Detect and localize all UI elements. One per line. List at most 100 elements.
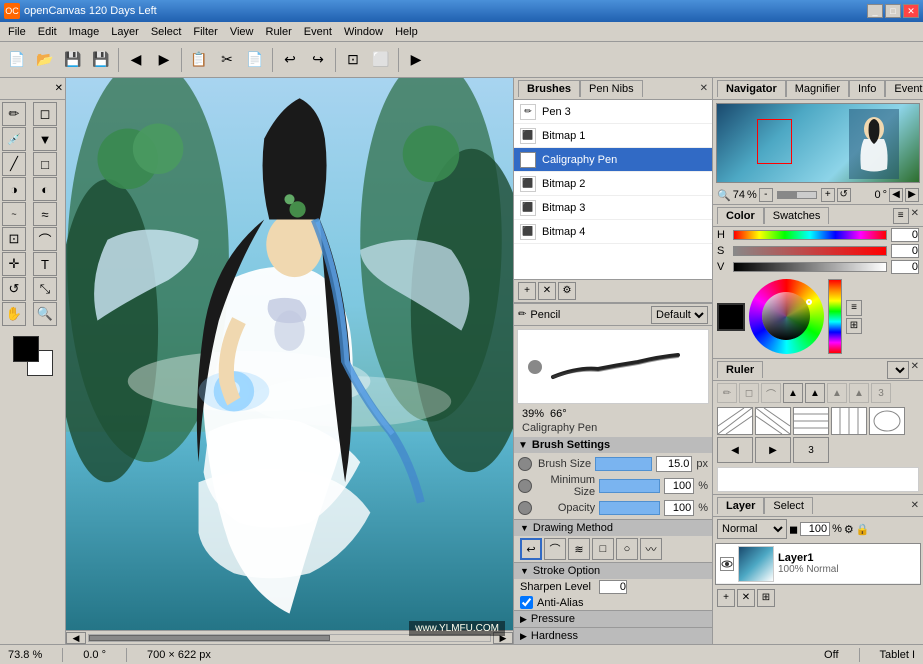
tools-close[interactable]: ✕ bbox=[55, 83, 63, 94]
menu-file[interactable]: File bbox=[2, 24, 32, 40]
layer-close[interactable]: ✕ bbox=[911, 500, 919, 511]
color-menu-btn[interactable]: ≡ bbox=[893, 208, 909, 224]
ruler-tool-2[interactable]: ◻ bbox=[739, 383, 759, 403]
eyedropper-tool[interactable]: 💉 bbox=[2, 127, 26, 151]
dm-btn-3[interactable]: □ bbox=[592, 538, 614, 560]
copy-button[interactable]: 📋 bbox=[186, 47, 212, 73]
pencil-tool[interactable]: ✏ bbox=[2, 102, 26, 126]
ruler-tool-7[interactable]: ▲ bbox=[849, 383, 869, 403]
sharpen-input[interactable] bbox=[599, 580, 627, 594]
menu-select[interactable]: Select bbox=[145, 24, 188, 40]
open-button[interactable]: 📂 bbox=[32, 47, 58, 73]
tab-select[interactable]: Select bbox=[764, 497, 813, 514]
tab-pen-nibs[interactable]: Pen Nibs bbox=[580, 80, 643, 97]
smudge-tool[interactable]: ~ bbox=[2, 202, 26, 226]
line-tool[interactable]: ╱ bbox=[2, 152, 26, 176]
menu-edit[interactable]: Edit bbox=[32, 24, 63, 40]
h-value[interactable] bbox=[891, 228, 919, 242]
ruler-dropdown[interactable] bbox=[887, 361, 909, 379]
ruler-pattern-5[interactable] bbox=[869, 407, 905, 435]
rotate-tool[interactable]: ↺ bbox=[2, 277, 26, 301]
canvas-area[interactable]: www.YLMFU.COM ◀ ▶ bbox=[66, 78, 513, 644]
s-value[interactable] bbox=[891, 244, 919, 258]
ruler-arrow-1[interactable]: ◀ bbox=[717, 437, 753, 463]
pencil-dropdown[interactable]: Default bbox=[651, 306, 708, 324]
ruler-number-1[interactable]: 3 bbox=[793, 437, 829, 463]
ruler-pattern-2[interactable] bbox=[755, 407, 791, 435]
save-as-button[interactable]: 💾 bbox=[88, 47, 114, 73]
paste-button[interactable]: 📄 bbox=[242, 47, 268, 73]
h-slider[interactable] bbox=[733, 230, 887, 240]
extra-button[interactable]: ▶ bbox=[403, 47, 429, 73]
pencil-tab[interactable]: Pencil bbox=[530, 309, 560, 321]
zoom-out-btn[interactable]: - bbox=[759, 188, 773, 202]
brush-settings-header[interactable]: ▼ Brush Settings bbox=[514, 437, 712, 453]
tab-magnifier[interactable]: Magnifier bbox=[786, 80, 849, 97]
menu-image[interactable]: Image bbox=[63, 24, 106, 40]
dodge-tool[interactable]: ◑ bbox=[2, 177, 26, 201]
color-extra-btn-2[interactable]: ⊞ bbox=[846, 318, 862, 334]
brush-item-caligraphy[interactable]: ✏ Caligraphy Pen bbox=[514, 148, 712, 172]
text-tool[interactable]: T bbox=[33, 252, 57, 276]
ruler-tool-1[interactable]: ✏ bbox=[717, 383, 737, 403]
eraser-tool[interactable]: ◻ bbox=[33, 102, 57, 126]
prev-button[interactable]: ◀ bbox=[123, 47, 149, 73]
brush-item-bitmap1[interactable]: ⬛ Bitmap 1 bbox=[514, 124, 712, 148]
brush-item-bitmap4[interactable]: ⬛ Bitmap 4 bbox=[514, 220, 712, 244]
ruler-tool-5[interactable]: ▲ bbox=[805, 383, 825, 403]
v-slider[interactable] bbox=[733, 262, 887, 272]
tab-navigator[interactable]: Navigator bbox=[717, 80, 786, 97]
opacity-input[interactable] bbox=[664, 500, 694, 516]
layer-visibility-icon[interactable] bbox=[720, 557, 734, 571]
ruler-arrow-2[interactable]: ▶ bbox=[755, 437, 791, 463]
zoom-reset-btn[interactable]: ↺ bbox=[837, 188, 851, 202]
layer-opacity-input[interactable] bbox=[800, 522, 830, 536]
layer-item-0[interactable]: Layer1 100% Normal bbox=[716, 544, 920, 584]
layer-merge-btn[interactable]: ⊞ bbox=[757, 589, 775, 607]
h-scroll-thumb[interactable] bbox=[89, 635, 330, 641]
dm-btn-5[interactable]: 〰 bbox=[640, 538, 662, 560]
v-value[interactable] bbox=[891, 260, 919, 274]
save-button[interactable]: 💾 bbox=[60, 47, 86, 73]
color-extra-btn-1[interactable]: ≡ bbox=[846, 300, 862, 316]
layer-blend-select[interactable]: Normal bbox=[717, 519, 787, 539]
pressure-header[interactable]: ▶ Pressure bbox=[514, 610, 712, 627]
blur-tool[interactable]: ≈ bbox=[33, 202, 57, 226]
menu-ruler[interactable]: Ruler bbox=[260, 24, 298, 40]
rotation-left-btn[interactable]: ◀ bbox=[889, 188, 903, 202]
transform-tool[interactable]: ⤡ bbox=[33, 277, 57, 301]
color-close[interactable]: ✕ bbox=[911, 208, 919, 224]
minimize-button[interactable]: _ bbox=[867, 4, 883, 18]
menu-view[interactable]: View bbox=[224, 24, 260, 40]
redo-button[interactable]: ↪ bbox=[305, 47, 331, 73]
fill-tool[interactable]: ▼ bbox=[33, 127, 57, 151]
zoom-slider[interactable] bbox=[777, 191, 817, 199]
ruler-tool-8[interactable]: 3 bbox=[871, 383, 891, 403]
brush-add-btn[interactable]: + bbox=[518, 282, 536, 300]
layer-delete-btn[interactable]: ✕ bbox=[737, 589, 755, 607]
undo-button[interactable]: ↩ bbox=[277, 47, 303, 73]
ruler-pattern-4[interactable] bbox=[831, 407, 867, 435]
new-button[interactable]: 📄 bbox=[4, 47, 30, 73]
menu-layer[interactable]: Layer bbox=[105, 24, 145, 40]
ruler-tool-6[interactable]: ▲ bbox=[827, 383, 847, 403]
menu-window[interactable]: Window bbox=[338, 24, 389, 40]
select-all-button[interactable]: ⊡ bbox=[340, 47, 366, 73]
dm-btn-0[interactable]: ↩ bbox=[520, 538, 542, 560]
burn-tool[interactable]: ◐ bbox=[33, 177, 57, 201]
brushes-close[interactable]: ✕ bbox=[700, 83, 708, 94]
hand-tool[interactable]: ✋ bbox=[2, 302, 26, 326]
hardness-header[interactable]: ▶ Hardness bbox=[514, 627, 712, 644]
close-button[interactable]: ✕ bbox=[903, 4, 919, 18]
color-spectrum[interactable] bbox=[828, 279, 842, 354]
brush-size-input[interactable] bbox=[656, 456, 692, 472]
ruler-tool-4[interactable]: ▲ bbox=[783, 383, 803, 403]
fg-color[interactable] bbox=[13, 336, 39, 362]
ruler-tool-3[interactable]: ⌒ bbox=[761, 383, 781, 403]
ruler-pattern-3[interactable] bbox=[793, 407, 829, 435]
brush-size-slider[interactable] bbox=[595, 457, 652, 471]
rotation-right-btn[interactable]: ▶ bbox=[905, 188, 919, 202]
s-slider[interactable] bbox=[733, 246, 887, 256]
drawing-method-header[interactable]: ▼ Drawing Method bbox=[514, 519, 712, 536]
move-tool[interactable]: ✛ bbox=[2, 252, 26, 276]
